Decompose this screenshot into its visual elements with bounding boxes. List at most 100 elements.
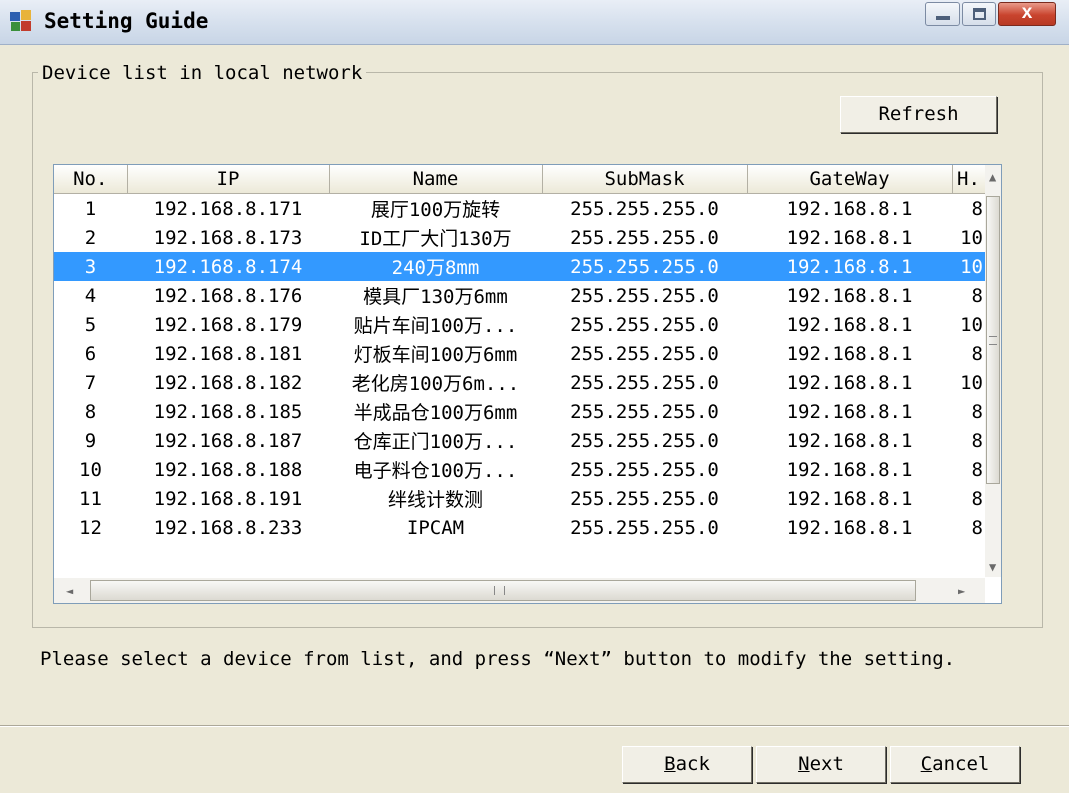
table-cell: 192.168.8.182: [153, 371, 303, 394]
device-list[interactable]: No. IP Name SubMask GateWay H. 1 192.168.8.171…: [53, 164, 1002, 604]
column-header[interactable]: H.: [952, 165, 986, 194]
table-cell: 电子料仓100万...: [353, 460, 518, 482]
table-cell: 255.255.255.0: [570, 284, 719, 307]
column-header[interactable]: Name: [329, 165, 543, 194]
table-cell: 192.168.8.174: [127, 252, 329, 281]
cancel-label: ancel: [932, 753, 990, 775]
table-cell: 5: [84, 313, 97, 336]
table-cell: 192.168.8.233: [153, 516, 303, 539]
minimize-button[interactable]: [925, 2, 960, 26]
table-cell: 192.168.8.179: [153, 313, 303, 336]
footer-separator: [0, 725, 1069, 727]
table-cell: 10: [79, 458, 102, 481]
scroll-down-icon[interactable]: ▼: [989, 560, 996, 574]
table-row[interactable]: 9 192.168.8.187 仓库正门100万... 255.255.255.0 19…: [54, 426, 985, 455]
table-cell: 12: [79, 516, 102, 539]
table-cell: 255.255.255.0: [570, 371, 719, 394]
table-cell: 240万8mm: [329, 252, 542, 281]
refresh-button[interactable]: Refresh: [840, 96, 997, 133]
table-cell: 192.168.8.173: [153, 226, 303, 249]
table-cell: 192.168.8.171: [153, 197, 303, 220]
table-cell: 绊线计数测: [387, 489, 483, 511]
table-cell: 8: [84, 400, 97, 423]
table-cell: ID工厂大门130万: [359, 228, 512, 250]
table-cell: 9: [84, 429, 97, 452]
table-cell: 4: [84, 284, 97, 307]
table-row[interactable]: 2 192.168.8.173 ID工厂大门130万 255.255.255.0 192…: [54, 223, 985, 252]
table-row[interactable]: 11 192.168.8.191 绊线计数测 255.255.255.0 192.168…: [54, 484, 985, 513]
table-cell: 255.255.255.0: [570, 516, 719, 539]
table-cell: 192.168.8.188: [153, 458, 303, 481]
table-cell: 192.168.8.1: [786, 487, 913, 510]
table-row[interactable]: 1 192.168.8.171 展厅100万旋转 255.255.255.0 192.1…: [54, 194, 985, 224]
table-cell: 255.255.255.0: [570, 429, 719, 452]
column-header[interactable]: SubMask: [542, 165, 748, 194]
scroll-right-icon[interactable]: ►: [958, 584, 965, 598]
next-button[interactable]: Next: [756, 746, 886, 783]
horizontal-scroll-thumb[interactable]: [90, 580, 916, 601]
table-cell: 192.168.8.1: [786, 226, 913, 249]
device-table: No. IP Name SubMask GateWay H. 1 192.168.8.171…: [54, 165, 986, 542]
scroll-left-icon[interactable]: ◄: [66, 584, 73, 598]
table-row[interactable]: 3 192.168.8.174 240万8mm 255.255.255.0 192.16…: [54, 252, 985, 281]
table-cell: IPCAM: [406, 516, 465, 539]
table-cell: 192.168.8.187: [153, 429, 303, 452]
table-cell: 192.168.8.1: [786, 429, 913, 452]
app-icon: [10, 10, 31, 31]
next-accel: N: [798, 753, 810, 775]
grip-icon: [494, 586, 505, 595]
table-cell: 7: [84, 371, 97, 394]
window-title: Setting Guide: [44, 9, 209, 33]
table-cell: 255.255.255.0: [570, 458, 719, 481]
table-cell: 8: [971, 429, 983, 452]
table-cell: 10: [952, 252, 985, 281]
minimize-icon: [936, 16, 950, 20]
table-cell: 192.168.8.185: [153, 400, 303, 423]
vertical-scroll-thumb[interactable]: [986, 196, 1000, 484]
header-row: No. IP Name SubMask GateWay H.: [54, 165, 986, 194]
table-cell: 仓库正门100万...: [353, 431, 518, 453]
table-cell: 255.255.255.0: [570, 400, 719, 423]
table-cell: 贴片车间100万...: [353, 315, 518, 337]
table-cell: 半成品仓100万6mm: [353, 402, 518, 424]
table-cell: 8: [971, 400, 983, 423]
cancel-accel: C: [920, 753, 933, 775]
table-cell: 10: [960, 226, 983, 249]
table-row[interactable]: 8 192.168.8.185 半成品仓100万6mm 255.255.255.0 19…: [54, 397, 985, 426]
title-bar: Setting Guide x: [0, 0, 1069, 45]
table-cell: 2: [84, 226, 97, 249]
maximize-button[interactable]: [962, 2, 996, 26]
refresh-label: Refresh: [878, 103, 959, 125]
scroll-up-icon[interactable]: ▲: [989, 170, 996, 184]
table-row[interactable]: 5 192.168.8.179 贴片车间100万... 255.255.255.0 19…: [54, 310, 985, 339]
back-button[interactable]: Back: [622, 746, 752, 783]
table-row[interactable]: 10 192.168.8.188 电子料仓100万... 255.255.255.0 1…: [54, 455, 985, 484]
table-row[interactable]: 7 192.168.8.182 老化房100万6m... 255.255.255.0 1…: [54, 368, 985, 397]
column-header[interactable]: No.: [54, 165, 128, 194]
grip-icon: [989, 336, 997, 345]
table-cell: 10: [960, 371, 983, 394]
close-icon: x: [1021, 2, 1033, 23]
table-cell: 255.255.255.0: [570, 342, 719, 365]
cancel-button[interactable]: Cancel: [890, 746, 1020, 783]
table-cell: 192.168.8.1: [786, 371, 913, 394]
table-cell: 192.168.8.191: [153, 487, 303, 510]
table-cell: 255.255.255.0: [570, 313, 719, 336]
column-header[interactable]: GateWay: [747, 165, 953, 194]
table-cell: 灯板车间100万6mm: [353, 344, 518, 366]
table-cell: 255.255.255.0: [570, 197, 719, 220]
close-button[interactable]: x: [998, 2, 1056, 26]
table-cell: 192.168.8.1: [786, 458, 913, 481]
column-header[interactable]: IP: [127, 165, 330, 194]
table-cell: 8: [971, 284, 983, 307]
table-row[interactable]: 12 192.168.8.233 IPCAM 255.255.255.0 192.168…: [54, 513, 985, 542]
group-label: Device list in local network: [38, 62, 367, 84]
table-cell: 192.168.8.1: [786, 400, 913, 423]
table-cell: 8: [971, 516, 983, 539]
next-label: ext: [809, 753, 844, 775]
table-cell: 展厅100万旋转: [370, 199, 501, 221]
table-row[interactable]: 6 192.168.8.181 灯板车间100万6mm 255.255.255.0 19…: [54, 339, 985, 368]
table-row[interactable]: 4 192.168.8.176 模具厂130万6mm 255.255.255.0 192…: [54, 281, 985, 310]
table-cell: 10: [960, 313, 983, 336]
table-cell: 8: [971, 197, 983, 220]
